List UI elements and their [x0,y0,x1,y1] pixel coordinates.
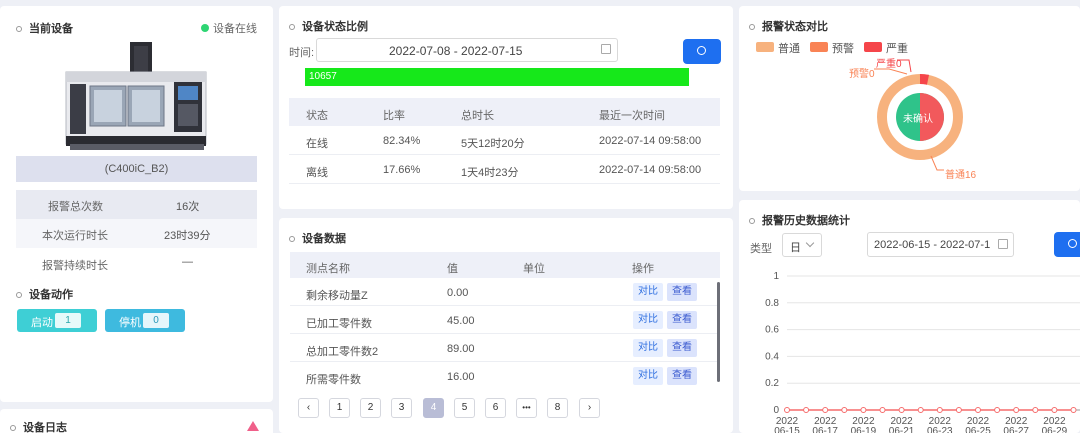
y-tick-label: 1 [773,271,779,282]
device-info-table: 报警总次数 16次 本次运行时长 23时39分 报警持续时长 — [16,190,257,277]
view-button[interactable]: 查看 [667,339,697,357]
search-icon [1068,239,1077,248]
status-progress-bar: 10657 [305,68,689,86]
time-label: 时间: [289,47,315,59]
page-button[interactable]: 2 [360,398,381,418]
x-tick-label: 06-25 [965,426,991,433]
status-ratio-card: 设备状态比例 时间: 2022-07-08 - 2022-07-15 10657… [279,6,733,209]
type-label: 类型 [750,243,772,255]
x-tick-label: 06-29 [1042,426,1068,433]
data-point [955,407,962,413]
x-tick-label: 06-19 [851,426,877,433]
device-card-title: 当前设备 [16,20,73,36]
status-progress-fill [305,68,689,86]
alarm-history-title: 报警历史数据统计 [749,212,850,228]
data-point [936,407,943,413]
device-status: 设备在线 [201,20,257,36]
next-page-button[interactable]: › [579,398,600,418]
table-row: 总加工零件数2 89.00 对比 查看 [290,334,720,362]
table-row: 所需零件数 16.00 对比 查看 [290,362,720,386]
device-data-header: 测点名称 值 单位 操作 [290,252,720,278]
data-point [1051,407,1058,413]
collapse-up-icon[interactable] [247,421,259,431]
page-button[interactable]: 6 [485,398,506,418]
view-button[interactable]: 查看 [667,367,697,385]
table-row: 离线 17.66% 1天4时23分 2022-07-14 09:58:00 [289,155,720,184]
table-scrollbar[interactable] [717,282,720,382]
ratio-table: 状态 比率 总时长 最近一次时间 在线 82.34% 5天12时20分 2022… [289,98,720,184]
history-search-button[interactable] [1054,232,1080,257]
device-log-card: 设备日志 [0,409,273,433]
device-model: (C400iC_B2) [16,156,257,182]
data-point [1032,407,1039,413]
data-point [803,407,810,413]
data-point [879,407,886,413]
y-tick-label: 0.2 [765,378,779,389]
device-log-title: 设备日志 [10,419,67,433]
device-actions-title: 设备动作 [16,286,73,302]
online-dot-icon [201,24,209,32]
y-tick-label: 0 [773,405,779,416]
table-row: 已加工零件数 45.00 对比 查看 [290,306,720,334]
data-point [917,407,924,413]
device-data-title: 设备数据 [289,230,346,246]
date-range-picker[interactable]: 2022-07-08 - 2022-07-15 [316,38,618,62]
view-button[interactable]: 查看 [667,283,697,301]
compare-button[interactable]: 对比 [633,339,663,357]
data-point [860,407,867,413]
data-point [1013,407,1020,413]
x-tick-label: 06-21 [889,426,915,433]
data-point [975,407,981,413]
page-button-current[interactable]: 4 [423,398,444,418]
data-point [822,407,829,413]
start-count-badge: 1 [55,313,81,328]
history-date-picker[interactable]: 2022-06-15 - 2022-07-1 [867,232,1014,257]
x-tick-label: 06-17 [812,426,838,433]
calendar-icon [998,239,1008,249]
info-row-alarm-count: 报警总次数 16次 [16,190,257,219]
type-select[interactable]: 日 [782,233,822,257]
page-button[interactable]: 1 [329,398,350,418]
table-row: 剩余移动量Z 0.00 对比 查看 [290,278,720,306]
y-tick-label: 0.8 [765,298,779,309]
label-leader-lines [874,59,944,171]
chevron-down-icon [805,238,815,248]
ratio-table-header: 状态 比率 总时长 最近一次时间 [289,98,720,126]
table-row: 在线 82.34% 5天12时20分 2022-07-14 09:58:00 [289,126,720,155]
y-tick-label: 0.4 [765,351,779,362]
alarm-history-chart: 10.80.60.40.20202206-15202206-17202206-1… [765,271,1080,433]
machine-image [60,40,216,154]
data-point [898,407,905,413]
y-tick-label: 0.6 [765,325,779,336]
device-data-table: 测点名称 值 单位 操作 剩余移动量Z 0.00 对比 查看 已加工零件数 45… [290,252,720,386]
stop-count-badge: 0 [143,313,169,328]
start-action-button[interactable]: 启动 1 [17,309,97,332]
data-point [784,407,790,413]
info-row-run-time: 本次运行时长 23时39分 [16,219,257,248]
compare-button[interactable]: 对比 [633,283,663,301]
page-button[interactable]: 5 [454,398,475,418]
view-button[interactable]: 查看 [667,311,697,329]
device-card: 当前设备 设备在线 (C400iC_B2) 报警总次数 16次 本次运行时长 2… [0,6,273,402]
status-ratio-title: 设备状态比例 [289,18,368,34]
compare-button[interactable]: 对比 [633,311,663,329]
alarm-history-card: 报警历史数据统计 类型 日 2022-06-15 - 2022-07-1 1 0.… [739,200,1080,433]
compare-button[interactable]: 对比 [633,367,663,385]
x-tick-label: 06-15 [774,426,800,433]
page-button[interactable]: 8 [547,398,568,418]
x-tick-label: 06-23 [927,426,953,433]
alarm-compare-card: 报警状态对比 普通 预警 严重 未确认 严重0 预警0 普通16 [739,6,1080,191]
page-button[interactable]: 3 [391,398,412,418]
prev-page-button[interactable]: ‹ [298,398,319,418]
calendar-icon [601,44,611,54]
stop-action-button[interactable]: 停机 0 [105,309,185,332]
more-pages-button[interactable]: ••• [516,398,537,418]
data-point [841,407,848,413]
search-icon [697,46,706,55]
data-point [994,407,1001,413]
data-point [1070,407,1077,413]
info-row-alarm-duration: 报警持续时长 — [16,248,257,277]
x-tick-label: 06-27 [1003,426,1029,433]
search-button[interactable] [683,39,721,64]
